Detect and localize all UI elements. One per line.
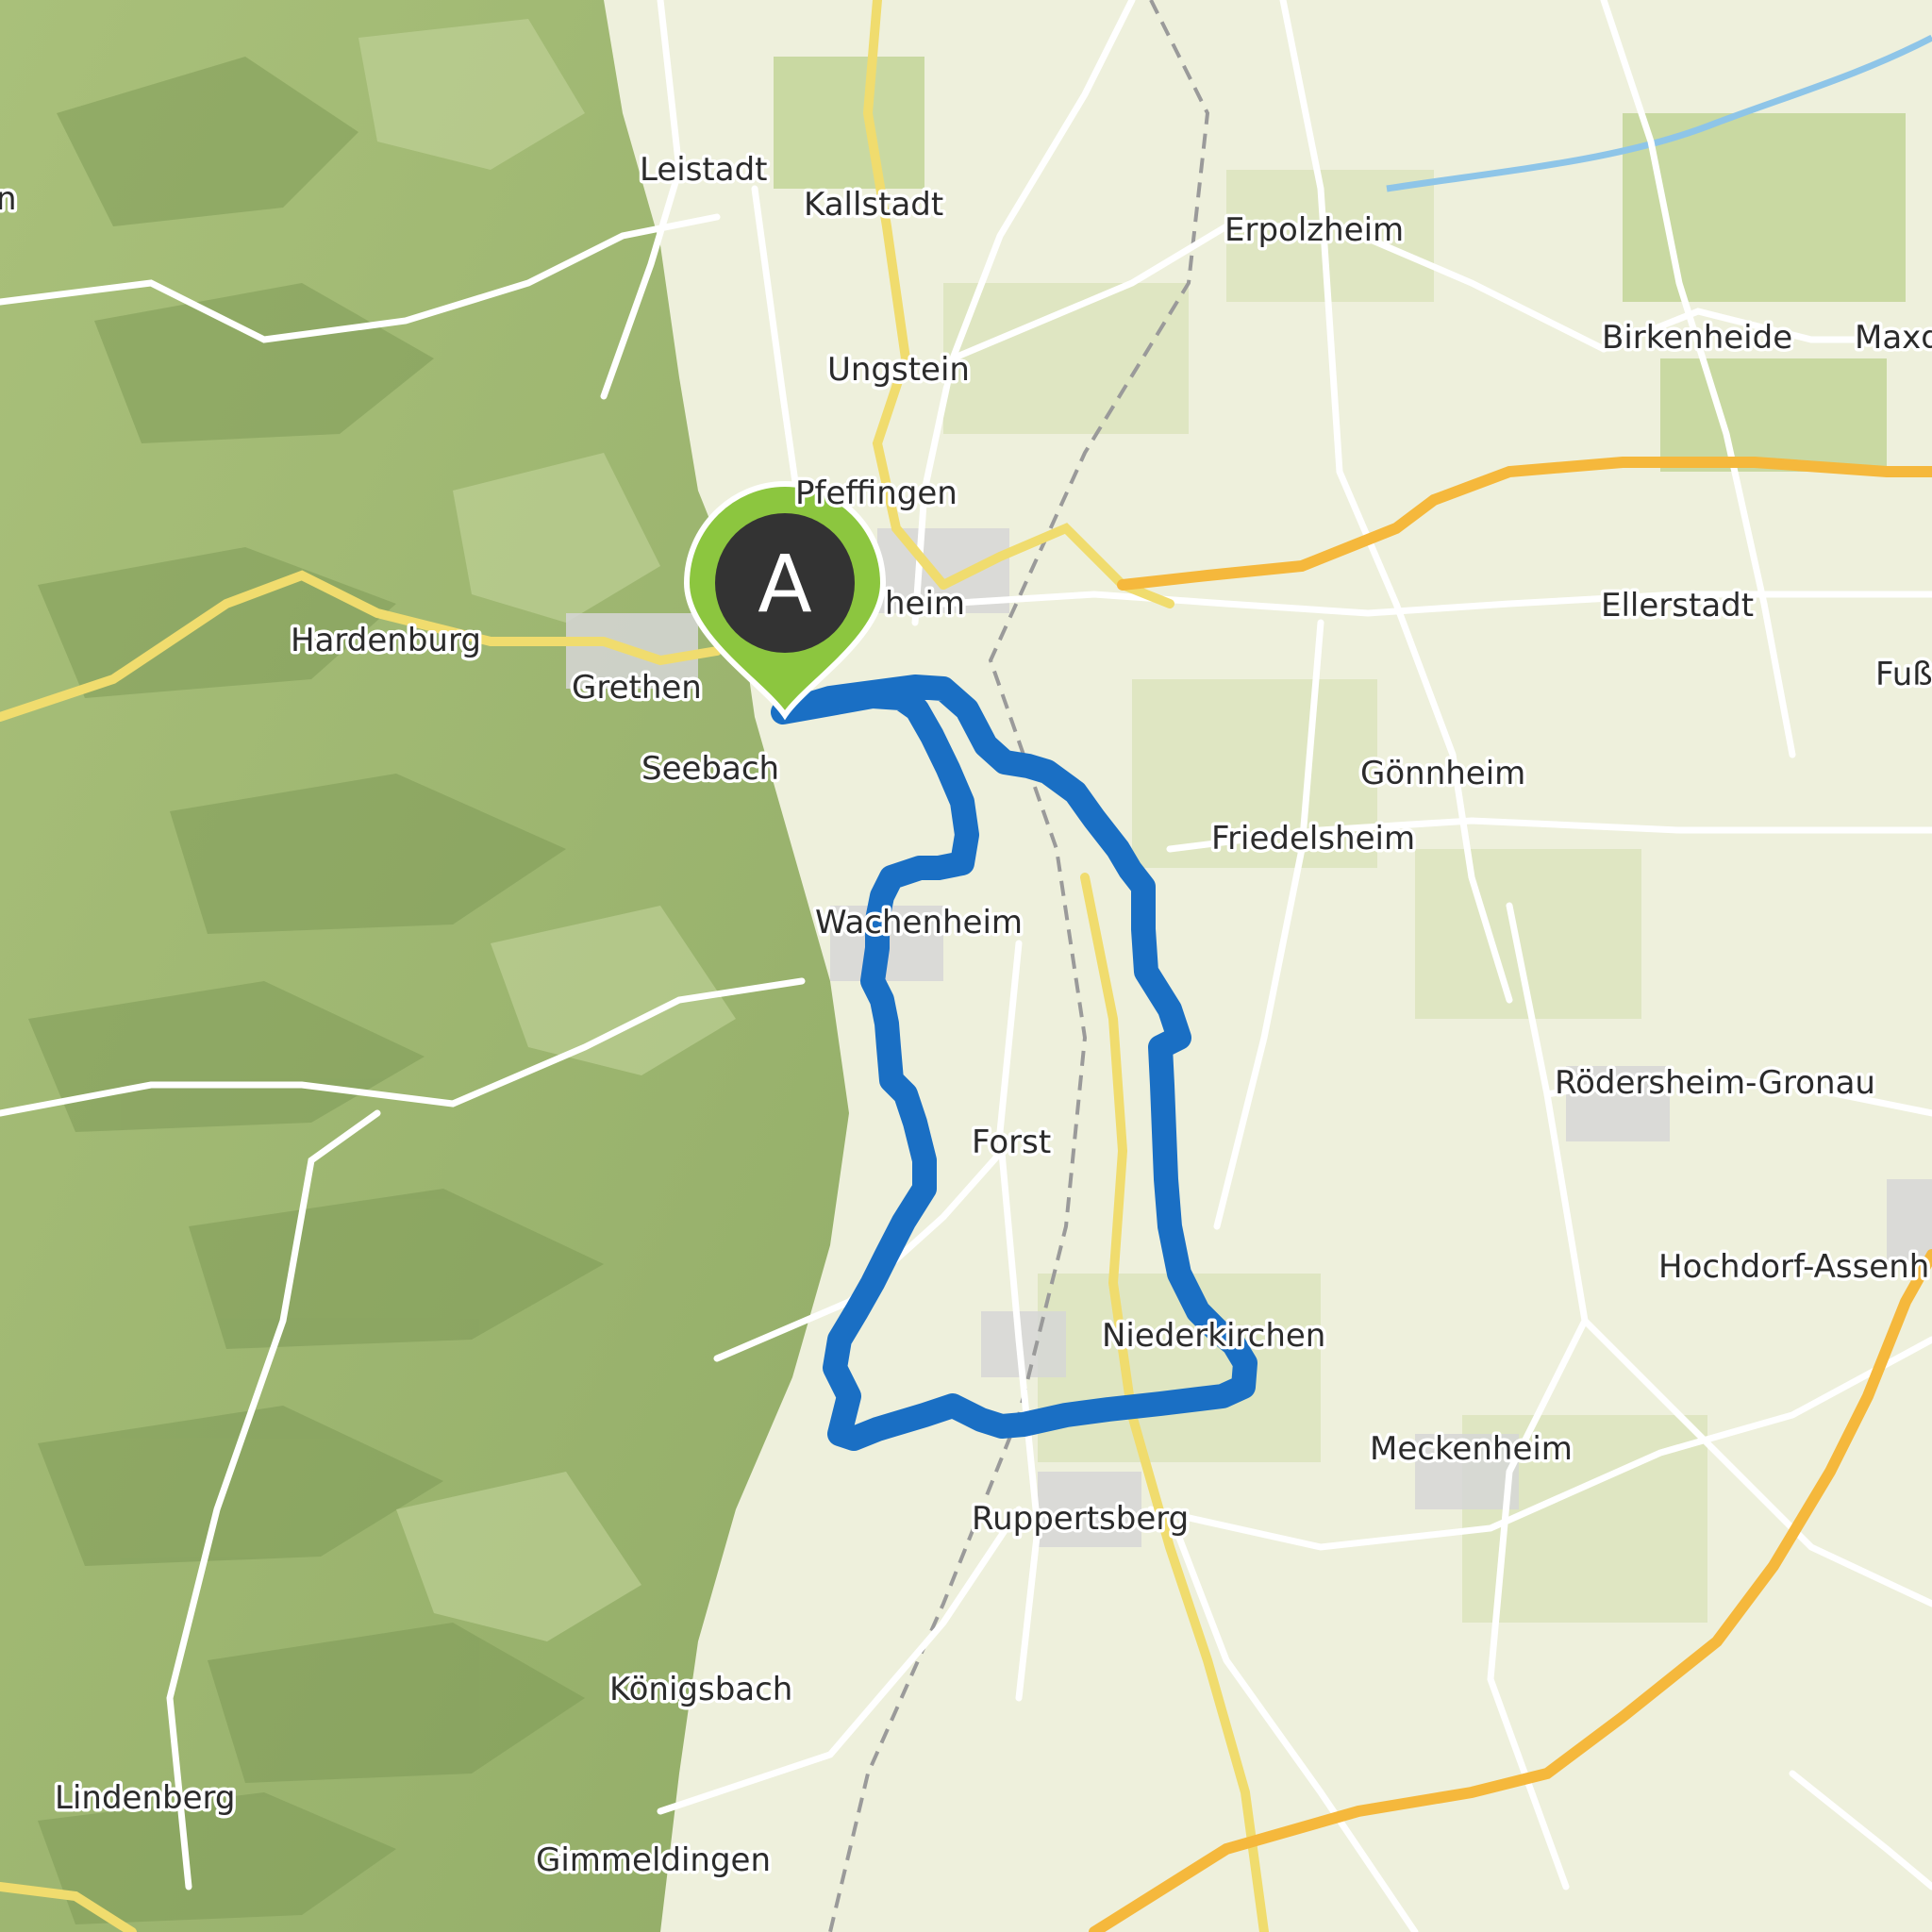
place-label-fussgoenheim: Fuß: [1875, 656, 1932, 693]
place-label-ungstein: Ungstein: [827, 351, 970, 389]
place-label-friedelsheim: Friedelsheim: [1211, 820, 1415, 858]
place-label-niederkirchen: Niederkirchen: [1102, 1317, 1325, 1355]
place-label-meckenheim: Meckenheim: [1370, 1430, 1573, 1468]
place-label-ellerstadt: Ellerstadt: [1601, 587, 1754, 625]
place-label-birkenheide: Birkenheide: [1602, 319, 1792, 357]
place-label-seebach: Seebach: [641, 750, 779, 788]
place-label-bad-duerkheim: heim: [885, 585, 965, 623]
place-label-erpolzheim: Erpolzheim: [1224, 211, 1404, 249]
place-label-grethen: Grethen: [572, 669, 702, 707]
place-label-leistadt: Leistadt: [640, 151, 768, 189]
place-label-gimmeldingen: Gimmeldingen: [536, 1841, 771, 1879]
map-view[interactable]: A Leistadt Kallstadt Erpolzheim Ungstein…: [0, 0, 1932, 1932]
place-label-forst: Forst: [972, 1124, 1051, 1161]
place-label-kallstadt: Kallstadt: [804, 186, 943, 224]
place-label-roedersheim-gronau: Rödersheim-Gronau: [1555, 1064, 1875, 1102]
place-label-hochdorf-assenheim: Hochdorf-Assenh: [1658, 1248, 1929, 1286]
place-label-lindenberg: Lindenberg: [55, 1779, 235, 1817]
place-label-ruppertsberg: Ruppertsberg: [972, 1500, 1189, 1538]
map-canvas[interactable]: A Leistadt Kallstadt Erpolzheim Ungstein…: [0, 0, 1932, 1932]
place-label-hardenburg: Hardenburg: [291, 622, 481, 659]
marker-letter: A: [758, 538, 811, 630]
place-label-koenigsbach: Königsbach: [609, 1671, 792, 1708]
place-label-goennheim: Gönnheim: [1360, 755, 1525, 792]
place-label-edge-left: n: [0, 180, 17, 218]
place-label-pfeffingen: Pfeffingen: [795, 475, 958, 512]
place-label-wachenheim: Wachenheim: [815, 904, 1023, 941]
place-label-maxdorf: Maxd: [1855, 319, 1932, 357]
